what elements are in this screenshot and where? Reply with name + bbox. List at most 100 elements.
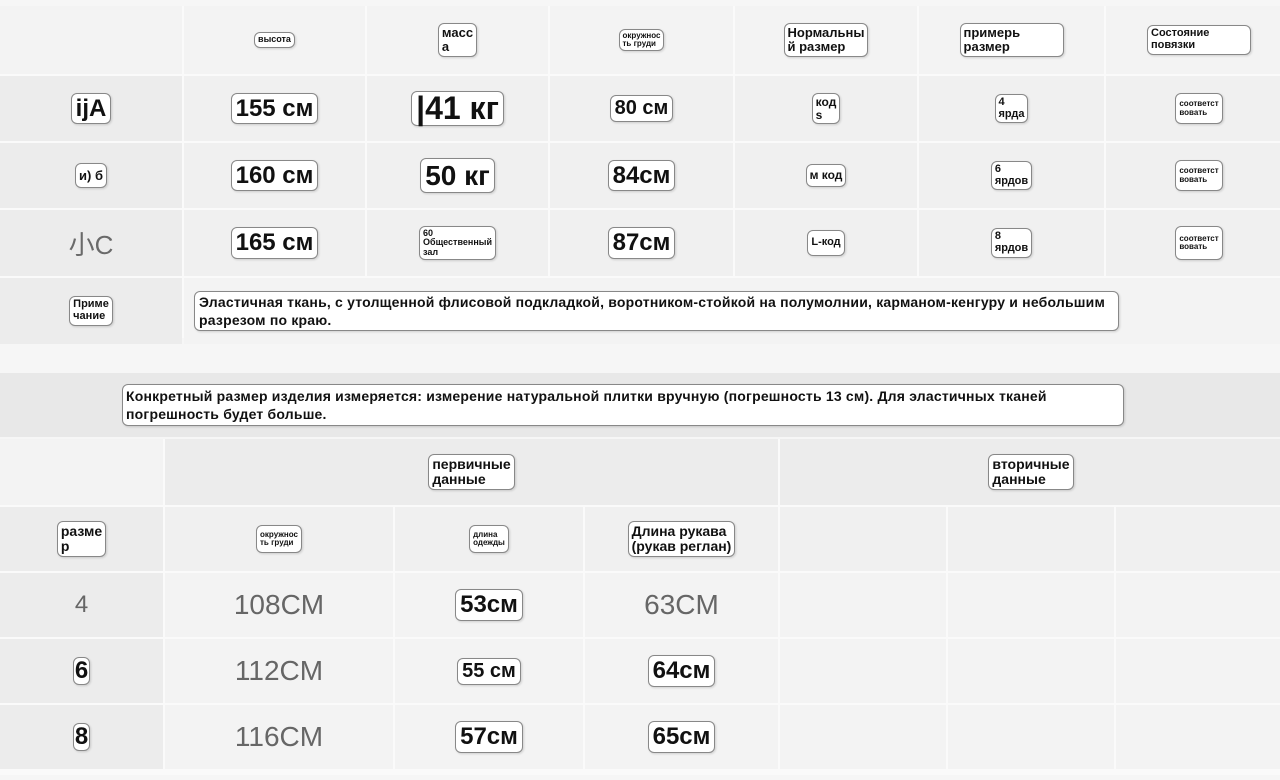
chest-cell: 116CM — [165, 705, 393, 769]
header-normal-size-cell: Нормальны й размер — [735, 6, 917, 74]
height-value: 165 см — [230, 227, 319, 259]
measurement-table: первичные данные вторичные данные разме … — [0, 439, 1280, 775]
corner-cell — [0, 6, 182, 74]
row-label: ijA — [70, 92, 112, 125]
empty-cell — [1116, 507, 1280, 571]
chest-cell: 80 см — [550, 76, 733, 141]
chest-value: 84см — [607, 159, 676, 192]
chest-value: 112CM — [234, 655, 324, 686]
sleeve-cell: 63CM — [585, 573, 778, 637]
header-normal-size: Нормальны й размер — [783, 23, 869, 57]
code-value: код s — [811, 92, 841, 125]
measurement-note-banner: Конкретный размер изделия измеряется: из… — [0, 373, 1280, 437]
length-cell: 55 см — [395, 639, 583, 703]
sleeve-cell: 64см — [585, 639, 778, 703]
empty-cell — [1116, 705, 1280, 769]
col-size: разме р — [56, 521, 107, 557]
header-height: высота — [254, 32, 295, 48]
weight-cell: |41 кг — [367, 76, 548, 141]
empty-cell — [780, 573, 946, 637]
length-value: 55 см — [457, 657, 521, 685]
row-label: 小C — [68, 229, 114, 260]
corner-cell — [0, 439, 163, 505]
state-value: соответст вовать — [1175, 225, 1223, 261]
header-chest: окружнос ть груди — [618, 28, 665, 52]
yards-cell: 4 ярда — [919, 76, 1104, 141]
group-secondary: вторичные данные — [988, 454, 1074, 490]
height-value: 155 см — [230, 92, 319, 125]
header-bandage-cell: Состояние повязки — [1106, 6, 1280, 74]
sleeve-cell: 65см — [585, 705, 778, 769]
chest-cell: 112CM — [165, 639, 393, 703]
chest-value: 87см — [607, 227, 676, 259]
empty-cell — [780, 705, 946, 769]
size-table: высота масс а окружнос ть груди Нормальн… — [0, 6, 1280, 344]
measurement-note-text: Конкретный размер изделия измеряется: из… — [122, 383, 1124, 427]
state-cell: соответст вовать — [1106, 210, 1280, 276]
chest-cell: 87см — [550, 210, 733, 276]
header-weight: масс а — [437, 23, 478, 57]
weight-value: |41 кг — [411, 90, 504, 127]
weight-value: 60 Общественный зал — [419, 225, 496, 261]
code-value: L-код — [807, 230, 845, 256]
col-chest-cell: окружнос ть груди — [165, 507, 393, 571]
height-cell: 160 см — [184, 143, 365, 208]
state-value: соответст вовать — [1175, 93, 1223, 124]
empty-cell — [1116, 573, 1280, 637]
code-cell: код s — [735, 76, 917, 141]
col-size-cell: разме р — [0, 507, 163, 571]
height-cell: 165 см — [184, 210, 365, 276]
col-length-cell: длина одежды — [395, 507, 583, 571]
col-sleeve: Длина рукава (рукав реглан) — [627, 521, 736, 557]
chest-value: 116CM — [234, 721, 324, 752]
col-chest: окружнос ть груди — [256, 524, 302, 554]
empty-cell — [780, 507, 946, 571]
group-primary-cell: первичные данные — [165, 439, 778, 505]
empty-cell — [948, 507, 1114, 571]
empty-cell — [1116, 639, 1280, 703]
chest-value: 80 см — [609, 95, 674, 122]
length-value: 53см — [455, 589, 523, 621]
empty-cell — [780, 639, 946, 703]
state-cell: соответст вовать — [1106, 143, 1280, 208]
header-chest-cell: окружнос ть груди — [550, 6, 733, 74]
height-value: 160 см — [230, 159, 319, 192]
note-label: Приме чание — [69, 296, 113, 326]
header-fit-size-cell: примерь размер — [919, 6, 1104, 74]
size-value: 4 — [74, 591, 89, 618]
sleeve-value: 64см — [647, 655, 716, 687]
header-weight-cell: масс а — [367, 6, 548, 74]
yards-value: 8 ярдов — [990, 228, 1033, 258]
code-value: м код — [805, 164, 847, 187]
row-label-cell: ijA — [0, 76, 182, 141]
size-value: 6 — [72, 657, 91, 685]
header-fit-size: примерь размер — [959, 23, 1064, 57]
size-cell: 6 — [0, 639, 163, 703]
size-cell: 4 — [0, 573, 163, 637]
size-value: 8 — [72, 723, 91, 751]
weight-cell: 50 кг — [367, 143, 548, 208]
size-cell: 8 — [0, 705, 163, 769]
empty-cell — [948, 573, 1114, 637]
length-cell: 57см — [395, 705, 583, 769]
header-bandage-state: Состояние повязки — [1147, 25, 1251, 55]
sleeve-value: 65см — [647, 721, 716, 753]
group-primary: первичные данные — [428, 454, 515, 490]
length-value: 57см — [455, 721, 523, 753]
note-text-cell: Эластичная ткань, с утолщенной флисовой … — [184, 278, 1280, 344]
code-cell: м код — [735, 143, 917, 208]
note-text: Эластичная ткань, с утолщенной флисовой … — [194, 290, 1119, 332]
header-height-cell: высота — [184, 6, 365, 74]
empty-cell — [948, 705, 1114, 769]
col-length: длина одежды — [469, 524, 509, 554]
height-cell: 155 см — [184, 76, 365, 141]
row-label-cell: и) б — [0, 143, 182, 208]
yards-cell: 6 ярдов — [919, 143, 1104, 208]
chest-value: 108CM — [233, 589, 325, 620]
row-label: и) б — [75, 162, 107, 189]
row-label-cell: 小C — [0, 210, 182, 276]
code-cell: L-код — [735, 210, 917, 276]
note-label-cell: Приме чание — [0, 278, 182, 344]
length-cell: 53см — [395, 573, 583, 637]
yards-cell: 8 ярдов — [919, 210, 1104, 276]
